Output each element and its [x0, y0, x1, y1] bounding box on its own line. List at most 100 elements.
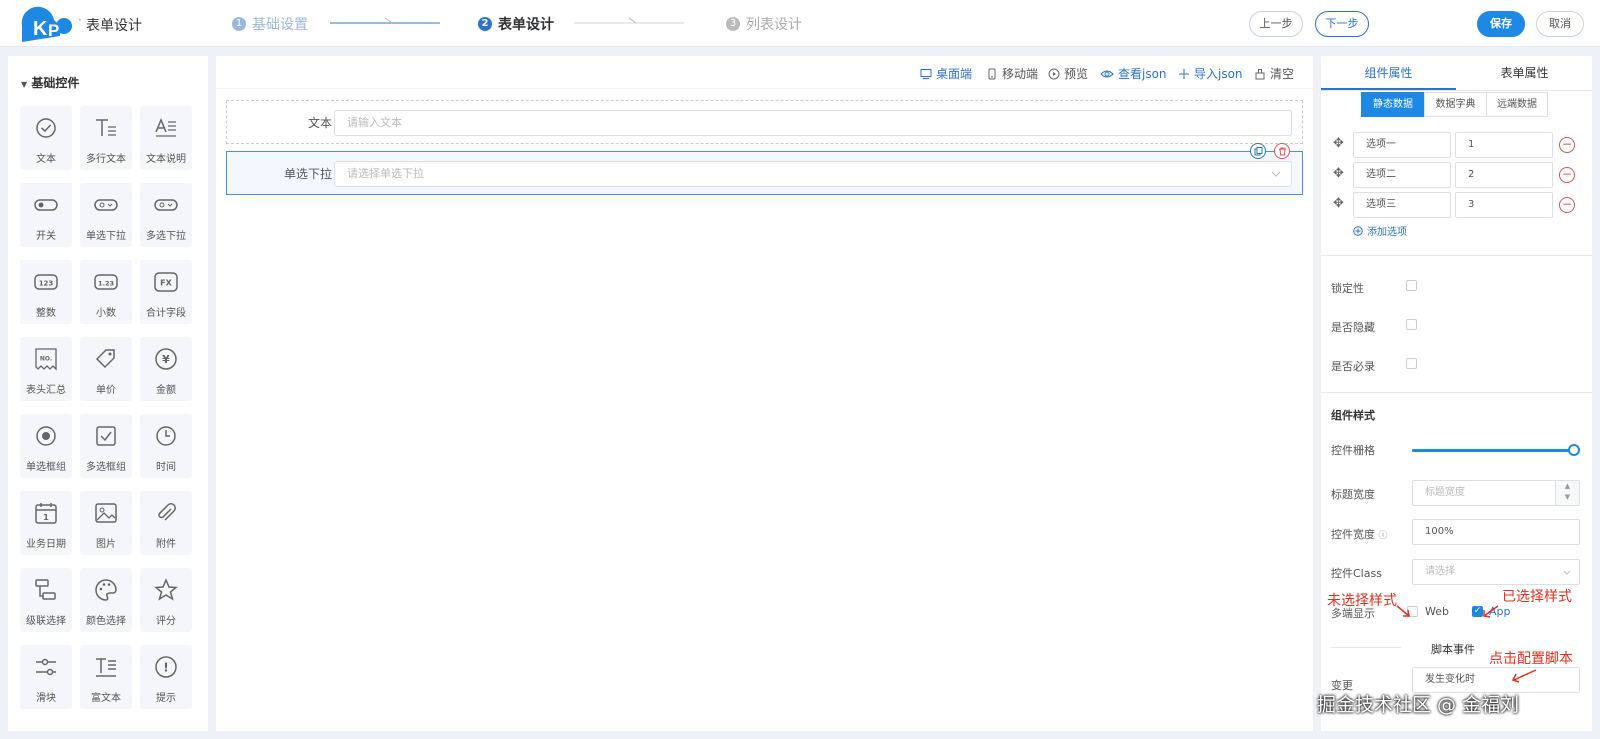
- widget-toggle[interactable]: 开关: [20, 183, 72, 247]
- view-json-button[interactable]: 查看json: [1100, 65, 1167, 82]
- widget-rich-text[interactable]: 富文本: [80, 645, 132, 709]
- annotation-arrow: [1396, 605, 1410, 617]
- widget-label: 合计字段: [146, 308, 186, 319]
- widget-decimal[interactable]: 1.23 小数: [80, 260, 132, 324]
- widget-label: 小数: [96, 308, 116, 319]
- text-input[interactable]: 请输入文本: [334, 110, 1292, 136]
- required-label: 是否必录: [1331, 360, 1375, 373]
- remove-option-button[interactable]: −: [1559, 167, 1575, 183]
- grid-slider-fill: [1412, 449, 1574, 452]
- plus-icon: [1179, 68, 1189, 79]
- toolbar-label: 移动端: [1002, 67, 1039, 81]
- option-label-input[interactable]: 选项一: [1353, 132, 1451, 158]
- option-value-input[interactable]: 1: [1455, 132, 1553, 158]
- widget-integer[interactable]: 123 整数: [20, 260, 72, 324]
- widget-radio[interactable]: 单选框组: [20, 414, 72, 478]
- trash-icon: [1278, 147, 1286, 156]
- widget-slider[interactable]: 滑块: [20, 645, 72, 709]
- remove-option-button[interactable]: −: [1559, 137, 1575, 153]
- source-static-data[interactable]: 静态数据: [1361, 92, 1425, 117]
- star-icon: [154, 578, 178, 601]
- widget-star[interactable]: 评分: [140, 568, 192, 632]
- widget-text-description[interactable]: 文本说明: [140, 106, 192, 170]
- cancel-button[interactable]: 取消: [1536, 11, 1584, 37]
- widget-formula[interactable]: FX 合计字段: [140, 260, 192, 324]
- mobile-icon: [988, 68, 996, 79]
- import-json-button[interactable]: 导入json: [1178, 65, 1243, 82]
- widget-yen[interactable]: ¥ 金额: [140, 337, 192, 401]
- widget-alert[interactable]: ! 提示: [140, 645, 192, 709]
- widget-label: 多选下拉: [146, 231, 186, 242]
- widget-number-tag[interactable]: NO. 表头汇总: [20, 337, 72, 401]
- add-option-button[interactable]: 添加选项: [1353, 223, 1407, 238]
- widget-image[interactable]: 图片: [80, 491, 132, 555]
- tab-component-properties[interactable]: 组件属性: [1321, 56, 1456, 90]
- control-width-input[interactable]: 100%: [1412, 519, 1580, 545]
- widget-multiline-text[interactable]: 多行文本: [80, 106, 132, 170]
- preview-button[interactable]: 预览: [1048, 65, 1088, 82]
- step-list-design[interactable]: 3 列表设计: [726, 14, 802, 34]
- prev-step-button[interactable]: 上一步: [1249, 11, 1303, 37]
- palette-icon: [95, 579, 117, 601]
- svg-text:K: K: [33, 18, 48, 40]
- step-basic-settings[interactable]: 1 基础设置: [232, 14, 308, 34]
- widget-label: 提示: [156, 693, 176, 704]
- source-dictionary[interactable]: 数据字典: [1424, 92, 1487, 117]
- required-checkbox[interactable]: [1406, 358, 1417, 369]
- number-stepper[interactable]: ▲ ▼: [1555, 481, 1579, 505]
- hidden-checkbox[interactable]: [1406, 319, 1417, 330]
- widget-label: 评分: [156, 616, 176, 627]
- widget-checkbox[interactable]: 多选框组: [80, 414, 132, 478]
- step-form-design[interactable]: 2 表单设计: [478, 14, 554, 34]
- widget-palette[interactable]: 颜色选择: [80, 568, 132, 632]
- copy-field-button[interactable]: [1250, 143, 1266, 159]
- form-field-single-select[interactable]: 单选下拉 请选择单选下拉: [226, 143, 1303, 195]
- locked-label: 锁定性: [1331, 282, 1364, 295]
- widget-check-circle[interactable]: 文本: [20, 106, 72, 170]
- single-select-input[interactable]: 请选择单选下拉: [334, 161, 1292, 187]
- class-select[interactable]: 请选择: [1412, 559, 1580, 585]
- option-value-input[interactable]: 2: [1455, 162, 1553, 188]
- clear-button[interactable]: 清空: [1254, 65, 1294, 82]
- palette-section-title[interactable]: ▼ 基础控件: [21, 74, 79, 91]
- widget-cascade[interactable]: 级联选择: [20, 568, 72, 632]
- delete-field-button[interactable]: [1274, 143, 1290, 159]
- desktop-view-button[interactable]: 桌面端: [920, 65, 972, 82]
- next-step-button[interactable]: 下一步: [1315, 11, 1369, 37]
- tab-form-properties[interactable]: 表单属性: [1457, 56, 1592, 90]
- grid-slider-thumb[interactable]: [1568, 444, 1580, 456]
- grid-slider[interactable]: [1412, 444, 1580, 456]
- save-button[interactable]: 保存: [1477, 11, 1525, 37]
- grid-label: 控件栅格: [1331, 444, 1375, 457]
- mobile-view-button[interactable]: 移动端: [986, 65, 1038, 82]
- field-label: 单选下拉: [283, 167, 332, 181]
- remove-option-button[interactable]: −: [1559, 197, 1575, 213]
- step-label: 列表设计: [746, 17, 802, 33]
- paperclip-icon: [158, 503, 176, 521]
- widget-price-tag[interactable]: 单价: [80, 337, 132, 401]
- image-icon: [95, 503, 117, 523]
- widget-paperclip[interactable]: 附件: [140, 491, 192, 555]
- drag-handle-icon[interactable]: ✥: [1333, 166, 1344, 181]
- option-label-input[interactable]: 选项二: [1353, 162, 1451, 188]
- source-remote[interactable]: 远端数据: [1486, 92, 1548, 117]
- locked-checkbox[interactable]: [1406, 280, 1417, 291]
- annotation-arrow: [1511, 669, 1537, 683]
- drag-handle-icon[interactable]: ✥: [1333, 136, 1344, 151]
- decimal-icon: 1.23: [94, 274, 118, 290]
- widget-single-select[interactable]: 单选下拉: [80, 183, 132, 247]
- drag-handle-icon[interactable]: ✥: [1333, 196, 1344, 211]
- form-field-text[interactable]: 文本 请输入文本: [226, 100, 1303, 144]
- widget-multi-select[interactable]: 多选下拉: [140, 183, 192, 247]
- widget-label: 多选框组: [86, 462, 126, 473]
- annotation-selected-style: 已选择样式: [1502, 589, 1572, 605]
- widget-clock[interactable]: 时间: [140, 414, 192, 478]
- title-width-input[interactable]: 标题宽度 ▲ ▼: [1412, 480, 1580, 506]
- component-palette: ▼ 基础控件 文本 多行文本 文本说明开关 单选下拉 多选下拉 123 整数 1.23 小数 FX…: [8, 56, 208, 731]
- minus-icon: −: [1561, 137, 1573, 151]
- option-label-input[interactable]: 选项三: [1353, 192, 1451, 218]
- widget-calendar[interactable]: 1 业务日期: [20, 491, 72, 555]
- option-value-input[interactable]: 3: [1455, 192, 1553, 218]
- toggle-icon: [34, 199, 58, 211]
- header-dot: ·: [78, 13, 82, 27]
